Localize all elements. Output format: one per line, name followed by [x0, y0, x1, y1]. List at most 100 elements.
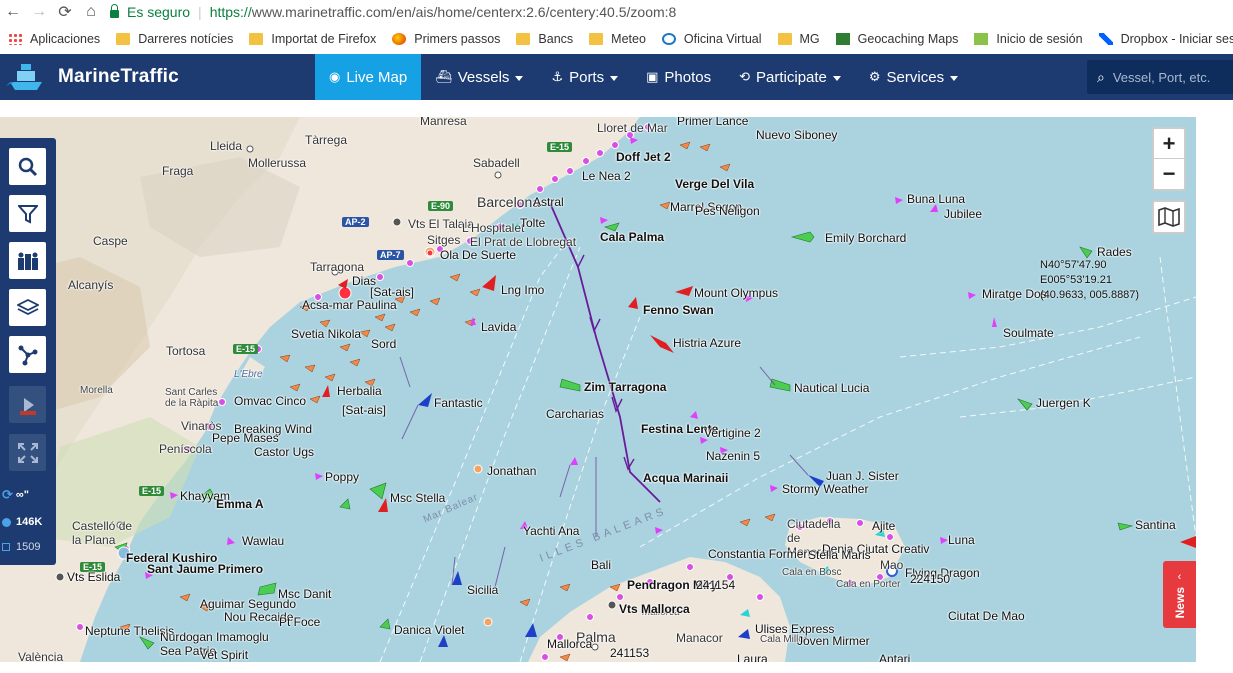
- vessel-label[interactable]: Juergen K: [1036, 396, 1091, 410]
- playback-button[interactable]: [9, 386, 46, 423]
- vessel-label[interactable]: Mount Olympus: [694, 286, 778, 300]
- vessel-label[interactable]: Sant Jaume Primero: [147, 562, 263, 576]
- vessel-label[interactable]: Soulmate: [1003, 326, 1054, 340]
- vessel-label[interactable]: Fenno Swan: [643, 303, 714, 317]
- vessel-label[interactable]: Jonathan: [487, 464, 536, 478]
- vessel-label[interactable]: Carcharias: [546, 407, 604, 421]
- vessel-label[interactable]: Antari: [879, 652, 910, 662]
- refresh-status[interactable]: ⟳ ∞": [2, 487, 29, 503]
- vessel-label[interactable]: Vts Eslida: [67, 570, 120, 584]
- nav-vessels[interactable]: ⛴ Vessels: [421, 54, 537, 100]
- vessel-label[interactable]: Cala Palma: [600, 230, 664, 244]
- vessel-label[interactable]: Ciutat De Mao: [948, 609, 1025, 623]
- zoom-out-button[interactable]: −: [1154, 159, 1184, 189]
- bookmark-folder[interactable]: MG: [770, 32, 828, 46]
- my-fleets-button[interactable]: [9, 242, 46, 279]
- vessel-label[interactable]: Zim Tarragona: [584, 380, 666, 394]
- vessel-label[interactable]: Lng Imo: [501, 283, 544, 297]
- vessel-label[interactable]: Buna Luna: [907, 192, 965, 206]
- nav-ports[interactable]: ⚓ Ports: [537, 54, 632, 100]
- fullscreen-button[interactable]: [9, 434, 46, 471]
- vessel-label[interactable]: 241154: [696, 578, 735, 592]
- bookmark-folder[interactable]: Darreres notícies: [108, 32, 241, 46]
- vessel-label[interactable]: Joven Mirmer: [797, 634, 870, 648]
- vessel-label[interactable]: Doff Jet 2: [616, 150, 671, 164]
- vessel-label[interactable]: [Sat-ais]: [342, 403, 386, 417]
- vessel-label[interactable]: Pepe Mases: [212, 431, 279, 445]
- vessel-label[interactable]: Nautical Lucia: [794, 381, 869, 395]
- vessel-label[interactable]: Vet Spirit: [200, 648, 248, 662]
- vessel-label[interactable]: Vertigine 2: [704, 426, 761, 440]
- vessel-label[interactable]: Jubilee: [944, 207, 982, 221]
- bookmark-folder[interactable]: Meteo: [581, 32, 654, 46]
- vessel-label[interactable]: Danica Violet: [394, 623, 465, 637]
- vessel-label[interactable]: Primer Lance: [677, 117, 748, 128]
- vessel-label[interactable]: Castor Ugs: [254, 445, 314, 459]
- bookmark-link[interactable]: Primers passos: [384, 32, 508, 46]
- vessel-label[interactable]: Nuevo Siboney: [756, 128, 837, 142]
- vessel-label[interactable]: Yachti Ana: [523, 524, 579, 538]
- security-indicator[interactable]: Es seguro: [110, 4, 190, 20]
- live-map[interactable]: E-15 AP-2 E-90 AP-7 E-15 E-15 E-15 Manre…: [0, 117, 1196, 662]
- vessel-label[interactable]: Stella Maris: [808, 548, 871, 562]
- vessel-label[interactable]: Vts Mallorca: [619, 602, 690, 616]
- vessel-label[interactable]: Aguimar Segundo: [200, 597, 296, 611]
- reload-icon[interactable]: ⟳: [52, 2, 78, 22]
- bookmark-folder[interactable]: Bancs: [508, 32, 581, 46]
- vessel-label[interactable]: Herbalia: [337, 384, 382, 398]
- vessel-label[interactable]: Verge Del Vila: [675, 177, 754, 191]
- bookmark-link[interactable]: Inicio de sesión: [966, 32, 1090, 46]
- vessel-label[interactable]: Emily Borchard: [825, 231, 906, 245]
- vessel-label[interactable]: Nazenin 5: [706, 449, 760, 463]
- home-icon[interactable]: ⌂: [78, 3, 104, 21]
- vessel-label[interactable]: Nurdogan Imamoglu: [160, 630, 269, 644]
- vessel-label[interactable]: Acqua Marinaii: [643, 471, 728, 485]
- vessel-label[interactable]: Omvac Cinco: [234, 394, 306, 408]
- vessel-label[interactable]: Fantastic: [434, 396, 483, 410]
- url-input[interactable]: https://www.marinetraffic.com/en/ais/hom…: [210, 4, 677, 20]
- vessel-label[interactable]: Wawlau: [242, 534, 284, 548]
- vessel-label[interactable]: Luna: [948, 533, 975, 547]
- vessel-label[interactable]: 241153: [610, 646, 649, 660]
- nav-services[interactable]: ⚙ Services: [855, 54, 972, 100]
- back-icon[interactable]: ←: [0, 3, 26, 21]
- vessel-label[interactable]: Le Nea 2: [582, 169, 631, 183]
- bookmark-folder[interactable]: Importat de Firefox: [241, 32, 384, 46]
- bookmark-link[interactable]: Geocaching Maps: [828, 32, 967, 46]
- vessel-label[interactable]: Astral: [533, 195, 564, 209]
- bookmark-link[interactable]: Oficina Virtual: [654, 32, 770, 46]
- bookmark-link[interactable]: Dropbox - Iniciar sesi: [1091, 32, 1233, 46]
- nav-live-map[interactable]: ◉ Live Map: [315, 54, 422, 100]
- map-type-button[interactable]: [1152, 200, 1186, 234]
- vessel-label[interactable]: Santina: [1135, 518, 1176, 532]
- vessel-label[interactable]: Miratge Dos: [982, 287, 1047, 301]
- vessel-label[interactable]: Sicilia: [467, 583, 498, 597]
- measure-button[interactable]: [9, 336, 46, 373]
- filters-button[interactable]: [9, 195, 46, 232]
- nav-participate[interactable]: ⟲ Participate: [725, 54, 855, 100]
- vessel-label[interactable]: Ajite: [872, 519, 895, 533]
- vessel-label[interactable]: [Sat-ais]: [370, 285, 414, 299]
- bookmark-apps[interactable]: Aplicaciones: [0, 32, 108, 46]
- search-input[interactable]: ⌕ Vessel, Port, etc.: [1087, 60, 1233, 94]
- vessel-label[interactable]: Stormy Weather: [782, 482, 868, 496]
- vessel-label[interactable]: Lavida: [481, 320, 516, 334]
- vessel-label[interactable]: Pt Foce: [279, 615, 320, 629]
- search-map-button[interactable]: [9, 148, 46, 185]
- vessel-label[interactable]: Histria Azure: [673, 336, 741, 350]
- vessel-label[interactable]: 224150: [910, 572, 950, 586]
- news-tab[interactable]: ‹ News: [1163, 561, 1196, 628]
- vessel-label[interactable]: Juan J. Sister: [826, 469, 899, 483]
- vessel-label[interactable]: Sord: [371, 337, 396, 351]
- forward-icon[interactable]: →: [26, 3, 52, 21]
- zoom-in-button[interactable]: +: [1154, 129, 1184, 159]
- vessel-label[interactable]: Msc Stella: [390, 491, 445, 505]
- vessel-label[interactable]: Emma A: [216, 497, 264, 511]
- vessel-label[interactable]: Constantia Former: [708, 547, 807, 561]
- vessel-label[interactable]: Poppy: [325, 470, 359, 484]
- vessel-label[interactable]: Mallorca: [547, 637, 592, 651]
- vessel-label[interactable]: Ola De Suerte: [440, 248, 516, 262]
- marinetraffic-logo[interactable]: MarineTraffic: [0, 54, 315, 100]
- vessel-label[interactable]: Acsa-mar Paulina: [302, 298, 397, 312]
- vessel-label[interactable]: Rades: [1097, 245, 1132, 259]
